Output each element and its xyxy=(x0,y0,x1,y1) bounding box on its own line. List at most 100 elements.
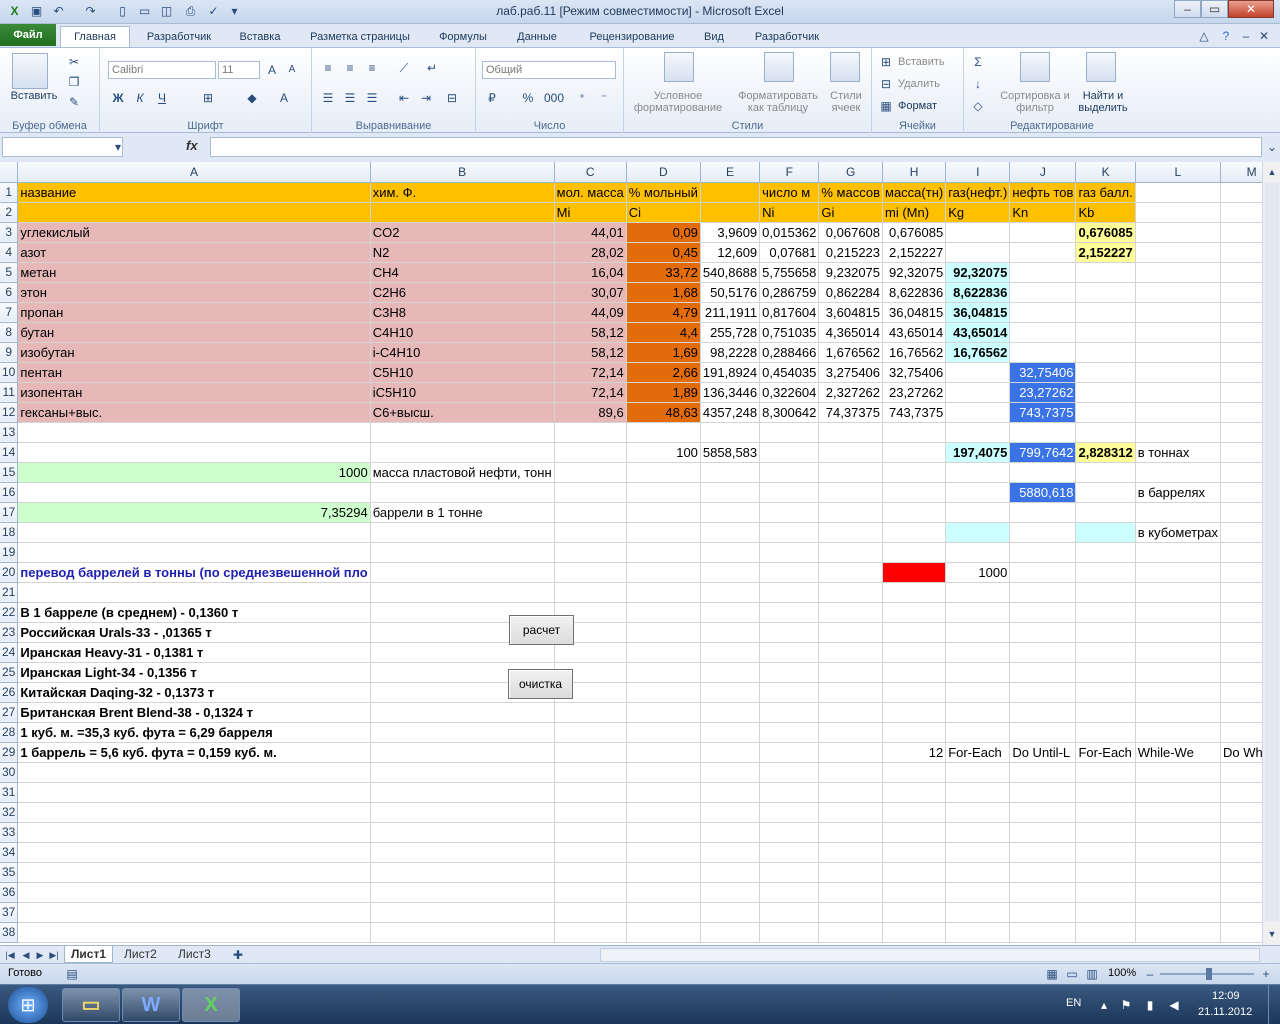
cell[interactable] xyxy=(1135,402,1222,423)
cell[interactable]: 36,04815 xyxy=(882,302,947,323)
row-header[interactable]: 23 xyxy=(0,622,19,643)
cell[interactable] xyxy=(759,642,820,663)
cell[interactable] xyxy=(700,202,761,223)
cell[interactable] xyxy=(1009,922,1077,943)
cell[interactable] xyxy=(882,762,947,783)
cell[interactable]: 3,9609 xyxy=(700,222,761,243)
cell[interactable] xyxy=(370,642,555,663)
cell[interactable] xyxy=(1135,562,1222,583)
cell[interactable]: 0,09 xyxy=(626,222,701,243)
cell[interactable] xyxy=(1075,822,1136,843)
cell[interactable]: 540,8688 xyxy=(700,262,761,283)
cell[interactable] xyxy=(626,642,701,663)
cell[interactable] xyxy=(700,782,761,803)
cell[interactable] xyxy=(626,882,701,903)
cell[interactable] xyxy=(1075,802,1136,823)
cell[interactable] xyxy=(370,562,555,583)
zoom-slider-thumb[interactable] xyxy=(1206,968,1212,980)
autosum-icon[interactable]: Σ xyxy=(970,54,986,70)
cell[interactable]: 2,66 xyxy=(626,362,701,383)
row-header[interactable]: 7 xyxy=(0,302,19,323)
cell[interactable] xyxy=(1220,882,1262,903)
cell[interactable] xyxy=(700,822,761,843)
cell[interactable]: N2 xyxy=(370,242,555,263)
indent-increase-icon[interactable]: ⇥ xyxy=(418,90,434,106)
cell[interactable] xyxy=(1135,502,1222,523)
cell[interactable] xyxy=(554,502,627,523)
cell[interactable] xyxy=(945,482,1011,503)
cell[interactable] xyxy=(818,602,884,623)
cell[interactable] xyxy=(1220,702,1262,723)
cell[interactable] xyxy=(700,682,761,703)
fill-icon[interactable]: ↓ xyxy=(970,76,986,92)
cell[interactable] xyxy=(1075,642,1136,663)
cell[interactable] xyxy=(818,562,884,583)
cell[interactable] xyxy=(1075,842,1136,863)
cell[interactable]: Иранская Light-34 - 0,1356 т xyxy=(17,662,371,683)
align-bottom-icon[interactable]: ≡ xyxy=(364,60,380,76)
align-center-icon[interactable]: ☰ xyxy=(342,90,358,106)
excel-taskbar-icon[interactable]: X xyxy=(182,988,240,1022)
cell[interactable] xyxy=(882,882,947,903)
cell[interactable]: Китайская Daqing-32 - 0,1373 т xyxy=(17,682,371,703)
cell[interactable] xyxy=(1075,482,1136,503)
cell[interactable]: 2,152227 xyxy=(1075,242,1136,263)
cell[interactable] xyxy=(700,422,761,443)
cell[interactable]: 92,32075 xyxy=(945,262,1011,283)
cell[interactable]: пентан xyxy=(17,362,371,383)
cell[interactable] xyxy=(1135,882,1222,903)
cell[interactable] xyxy=(1220,382,1262,403)
cell[interactable]: 23,27262 xyxy=(1009,382,1077,403)
cell[interactable]: название xyxy=(17,182,371,203)
cell[interactable]: 0,751035 xyxy=(759,322,820,343)
cell[interactable] xyxy=(1135,422,1222,443)
cell[interactable] xyxy=(1075,882,1136,903)
row-header[interactable]: 24 xyxy=(0,642,19,663)
cell[interactable] xyxy=(945,722,1011,743)
cell[interactable]: CO2 xyxy=(370,222,555,243)
cell[interactable] xyxy=(1009,602,1077,623)
cell[interactable] xyxy=(1009,262,1077,283)
cell[interactable] xyxy=(945,382,1011,403)
cell[interactable] xyxy=(17,422,371,443)
cell[interactable]: 0,676085 xyxy=(882,222,947,243)
cell[interactable] xyxy=(1009,882,1077,903)
cell[interactable] xyxy=(626,682,701,703)
cell[interactable] xyxy=(626,662,701,683)
cell[interactable] xyxy=(1135,702,1222,723)
row-header[interactable]: 14 xyxy=(0,442,19,463)
cell[interactable] xyxy=(1009,702,1077,723)
tab-insert[interactable]: Вставка xyxy=(230,28,290,47)
cell[interactable]: 32,75406 xyxy=(882,362,947,383)
cell[interactable] xyxy=(1009,642,1077,663)
cell[interactable] xyxy=(1075,922,1136,943)
wrap-text-icon[interactable]: ↵ xyxy=(424,60,440,76)
cell[interactable] xyxy=(554,762,627,783)
name-box[interactable] xyxy=(2,137,123,157)
cell[interactable]: Kb xyxy=(1075,202,1136,223)
cell[interactable] xyxy=(818,582,884,603)
cell[interactable] xyxy=(700,582,761,603)
cell[interactable] xyxy=(700,182,761,203)
column-header[interactable]: B xyxy=(370,162,555,183)
cell[interactable] xyxy=(1135,762,1222,783)
row-header[interactable]: 21 xyxy=(0,582,19,603)
align-right-icon[interactable]: ☰ xyxy=(364,90,380,106)
cell[interactable]: CH4 xyxy=(370,262,555,283)
row-header[interactable]: 35 xyxy=(0,862,19,883)
cell[interactable] xyxy=(818,482,884,503)
cell[interactable] xyxy=(1009,342,1077,363)
cell[interactable]: 191,8924 xyxy=(700,362,761,383)
cell[interactable] xyxy=(700,502,761,523)
network-icon[interactable]: ▮ xyxy=(1142,997,1158,1013)
row-header[interactable]: 15 xyxy=(0,462,19,483)
cell[interactable]: 4,79 xyxy=(626,302,701,323)
cell[interactable] xyxy=(818,742,884,763)
cell[interactable]: For-Each xyxy=(1075,742,1136,763)
cell[interactable] xyxy=(17,482,371,503)
cell[interactable] xyxy=(370,702,555,723)
cell[interactable]: Иранская Heavy-31 - 0,1381 т xyxy=(17,642,371,663)
cell[interactable] xyxy=(1075,862,1136,883)
cell[interactable] xyxy=(626,462,701,483)
page-layout-view-icon[interactable]: ▭ xyxy=(1064,966,1080,982)
